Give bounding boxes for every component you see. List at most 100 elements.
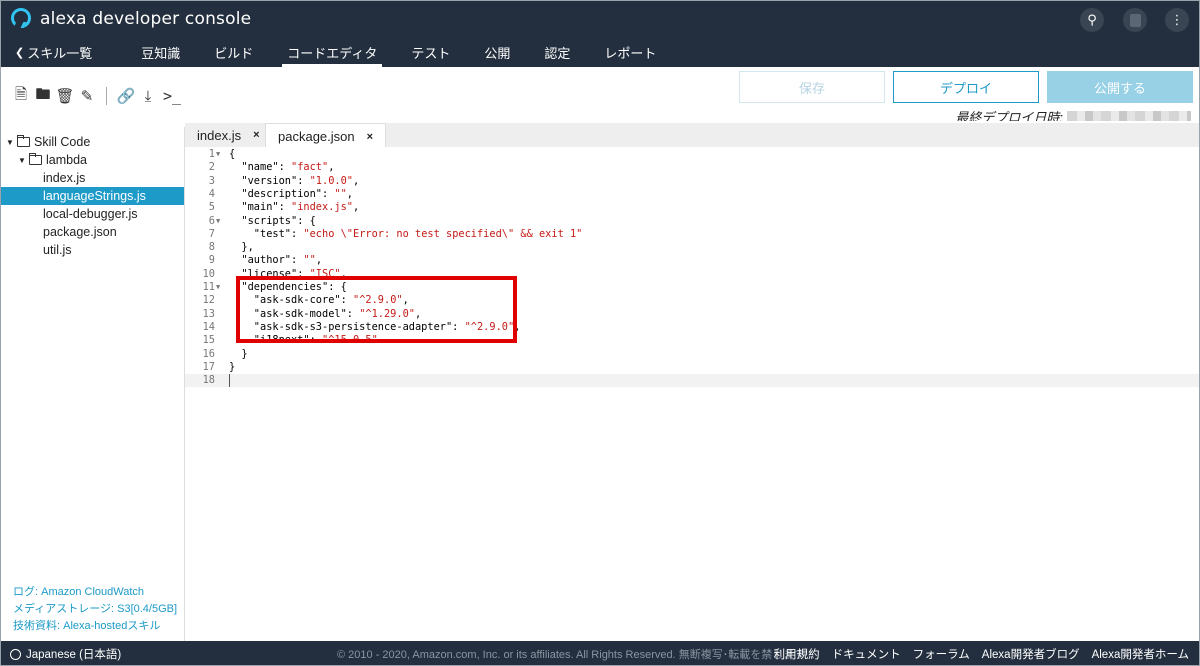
tree-item-label: package.json (43, 225, 117, 239)
folder-item[interactable]: ▼ Skill Code (1, 133, 184, 151)
nav-tab[interactable]: 公開 (467, 37, 527, 67)
account-icon[interactable] (1123, 8, 1147, 32)
nav-tab[interactable]: 認定 (527, 37, 587, 67)
file-item[interactable]: index.js (1, 169, 184, 187)
close-tab-icon[interactable]: × (253, 129, 259, 141)
line-number: 14 (202, 320, 215, 333)
code-token: , (353, 201, 360, 214)
sidebar-link[interactable]: メディアストレージ: S3[0.4/5GB] (13, 601, 177, 618)
copyright: © 2010 - 2020, Amazon.com, Inc. or its a… (337, 649, 806, 661)
nav-tab[interactable]: レポート (587, 37, 673, 67)
new-file-icon[interactable]: 🗎 (12, 85, 30, 105)
line-number: 1 (208, 148, 215, 160)
download-icon[interactable]: ⤓ (139, 87, 157, 105)
file-item[interactable]: local-debugger.js (1, 205, 184, 223)
line-number: 17 (202, 360, 215, 373)
tree-item-label: Skill Code (34, 135, 91, 149)
nav-tab[interactable]: コードエディタ (270, 37, 394, 67)
console-window: alexa developer console ⚲ ⋮ ❮ スキル一覧 豆知識 ビルド… (0, 0, 1200, 666)
string-token: "fact" (291, 161, 329, 174)
nav-tab[interactable]: 豆知識 (124, 37, 197, 67)
caret-down-icon[interactable]: ▼ (17, 156, 27, 165)
save-button[interactable]: 保存 (739, 71, 885, 103)
terminal-icon[interactable]: >_ (161, 87, 183, 105)
footer-link[interactable]: フォーラム (913, 646, 970, 662)
file-item[interactable]: languageStrings.js (1, 187, 184, 205)
tree-item-label: languageStrings.js (43, 189, 146, 203)
back-to-skills-link[interactable]: ❮ スキル一覧 (1, 37, 124, 67)
line-number: 6 (208, 214, 215, 227)
language-selector[interactable]: Japanese (日本語) (10, 646, 121, 662)
nav-label: ビルド (214, 45, 254, 61)
footer-links: 利用規約 ドキュメント フォーラム Alexa開発者ブログ Alexa開発者ホーム (774, 646, 1189, 662)
code-text: "author": "", (229, 254, 322, 267)
code-token: }, (229, 241, 254, 254)
code-token: "author": (229, 254, 304, 267)
footer-link[interactable]: 利用規約 (774, 646, 820, 662)
nav-label: スキル一覧 (27, 45, 93, 61)
file-tab[interactable]: index.js × (185, 123, 273, 147)
line-number: 5 (208, 201, 215, 214)
editor-toolbar: 🗎 🖿 🗑 ✎ 🔗 ⤓ >_ 保存 デプロイ 公開する 最終デプロイ日時: (1, 67, 1199, 127)
publish-button[interactable]: 公開する (1047, 71, 1193, 103)
sidebar-link[interactable]: 技術資料: Alexa-hostedスキル (13, 618, 177, 635)
string-token: "echo \"Error: no test specified\" && ex… (303, 227, 583, 240)
code-token: } (229, 360, 236, 373)
search-icon[interactable]: ⚲ (1080, 8, 1104, 32)
code-token: , (315, 254, 323, 267)
tab-label: package.json (278, 129, 355, 144)
nav-label: レポート (604, 45, 657, 61)
code-token: "main": (229, 201, 291, 214)
code-line: 6 ▼ "scripts": { (185, 214, 1199, 228)
footer-link[interactable]: ドキュメント (832, 646, 901, 662)
tree-item-label: local-debugger.js (43, 207, 138, 221)
code-editor[interactable]: 1 ▼{2 "name": "fact", 3 "version": "1.0.0"… (185, 147, 1199, 641)
rename-icon[interactable]: ✎ (78, 87, 96, 105)
code-token: "description": (229, 187, 335, 200)
code-line: 18 (185, 374, 1199, 388)
code-text: "test": "echo \"Error: no test specified… (229, 227, 583, 241)
file-tree-panel: ▼ Skill Code ▼ lambda index.js languageString… (1, 127, 185, 641)
fold-toggle-icon[interactable]: ▼ (216, 148, 220, 161)
file-item[interactable]: util.js (1, 241, 184, 259)
more-vertical-icon[interactable]: ⋮ (1165, 8, 1189, 32)
line-number: 18 (202, 374, 215, 387)
sidebar-link[interactable]: ログ: Amazon CloudWatch (13, 584, 177, 601)
top-bar: alexa developer console ⚲ ⋮ ❮ スキル一覧 豆知識 ビルド… (1, 1, 1199, 67)
fold-toggle-icon[interactable]: ▼ (216, 281, 220, 294)
file-actions: 🗎 🖿 🗑 ✎ 🔗 ⤓ >_ (12, 85, 183, 105)
footer-link[interactable]: Alexa開発者ブログ (982, 646, 1080, 662)
deploy-button[interactable]: デプロイ (893, 71, 1039, 103)
toolbar-divider (106, 87, 107, 105)
nav-tab[interactable]: ビルド (197, 37, 270, 67)
close-tab-icon[interactable]: × (367, 131, 373, 143)
line-number: 2 (208, 161, 215, 174)
caret-down-icon[interactable]: ▼ (5, 138, 15, 147)
nav-label: 豆知識 (141, 45, 181, 61)
tree-item-label: index.js (43, 171, 86, 185)
line-number: 15 (202, 334, 215, 347)
file-item[interactable]: package.json (1, 223, 184, 241)
tree-item-label: lambda (46, 153, 87, 167)
code-line: 5 "main": "index.js", (185, 201, 1199, 214)
language-label: Japanese (日本語) (26, 649, 122, 661)
folder-icon (29, 153, 42, 165)
delete-icon[interactable]: 🗑 (55, 87, 74, 105)
line-number: 9 (208, 254, 215, 267)
folder-item[interactable]: ▼ lambda (1, 151, 184, 169)
code-line: 2 "name": "fact", (185, 161, 1199, 174)
code-token: , (328, 161, 335, 174)
nav-tab[interactable]: テスト (394, 37, 467, 67)
nav-label: コードエディタ (287, 45, 378, 61)
code-text: { (229, 148, 235, 161)
line-number: 13 (202, 307, 215, 320)
app-title: alexa developer console (40, 9, 252, 29)
code-token: , (346, 187, 353, 200)
fold-toggle-icon[interactable]: ▼ (216, 215, 220, 228)
footer-link[interactable]: Alexa開発者ホーム (1092, 646, 1189, 662)
nav-label: 認定 (544, 45, 571, 61)
editor-tabs: index.js × package.json × (185, 121, 1199, 149)
file-tab[interactable]: package.json × (265, 123, 387, 149)
new-folder-icon[interactable]: 🖿 (34, 85, 52, 105)
link-icon[interactable]: 🔗 (117, 87, 136, 105)
